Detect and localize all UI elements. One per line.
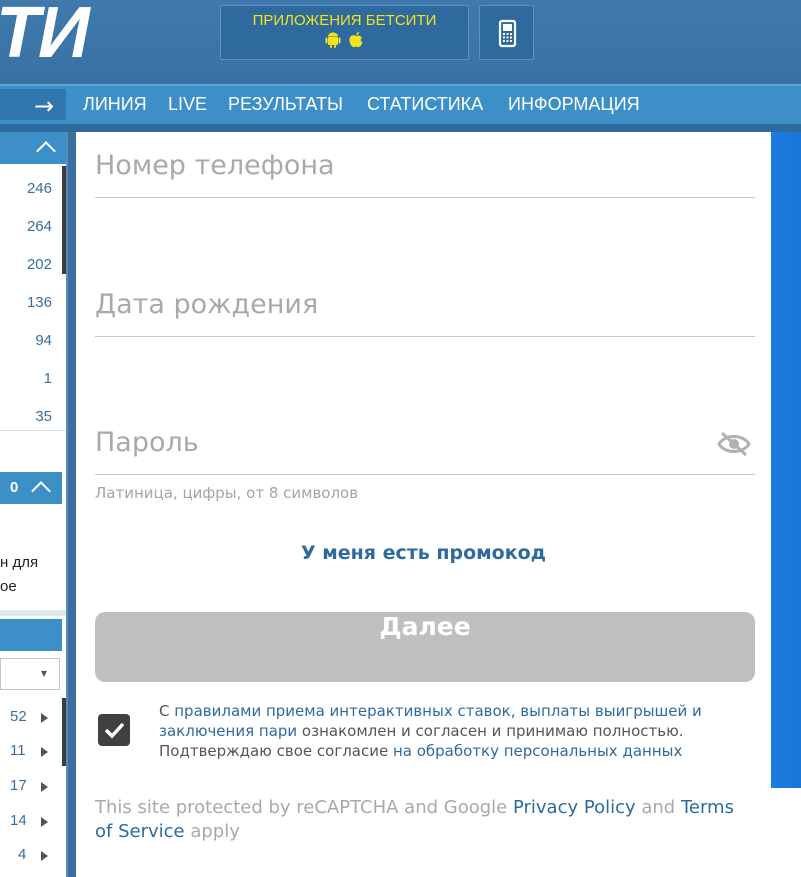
sidebar-divider (0, 610, 68, 616)
promo-code-link[interactable]: У меня есть промокод (76, 542, 771, 564)
site-header: ТИ ПРИЛОЖЕНИЯ БЕТСИТИ (0, 0, 801, 84)
consent-text: С правилами приема интерактивных ставок,… (159, 701, 759, 761)
sidebar-count[interactable]: 94 (35, 332, 52, 349)
sidebar-count[interactable]: 202 (27, 256, 52, 273)
captcha-and: and (635, 797, 681, 818)
search-submit[interactable]: → (0, 89, 66, 120)
privacy-policy-link[interactable]: Privacy Policy (513, 797, 636, 818)
nav-item-line[interactable]: ЛИНИЯ (83, 94, 147, 115)
captcha-prefix: This site protected by reCAPTCHA and Goo… (95, 797, 513, 818)
sidebar-section-header[interactable]: 0 (0, 472, 62, 504)
left-sidebar: 246 264 202 136 94 1 35 0 н для ое ▼ 52 … (0, 132, 68, 877)
sidebar-count[interactable]: 246 (27, 180, 52, 197)
triangle-right-icon[interactable] (41, 747, 48, 757)
dropdown-arrow-icon: ▼ (40, 669, 47, 678)
sidebar-text: ое (0, 578, 17, 595)
sidebar-divider (0, 430, 68, 431)
eye-slash-icon[interactable] (717, 431, 751, 461)
chevron-up-icon (36, 141, 56, 161)
captcha-suffix: apply (184, 821, 240, 842)
android-icon (325, 32, 341, 48)
sidebar-count[interactable]: 52 (10, 708, 27, 725)
consent-prefix: С (159, 702, 175, 720)
mobile-version-button[interactable] (479, 5, 534, 60)
sidebar-count[interactable]: 4 (18, 846, 26, 863)
sidebar-count[interactable]: 264 (27, 218, 52, 235)
triangle-right-icon[interactable] (41, 713, 48, 723)
sidebar-count[interactable]: 35 (35, 408, 52, 425)
arrow-right-icon: → (34, 92, 55, 120)
chevron-up-icon (31, 481, 51, 501)
password-hint: Латиница, цифры, от 8 символов (95, 484, 359, 502)
checkmark-icon (104, 722, 125, 739)
nav-item-statistics[interactable]: СТАТИСТИКА (367, 94, 483, 115)
background-banner (771, 132, 801, 788)
birthdate-placeholder: Дата рождения (95, 289, 319, 320)
sidebar-border (66, 132, 68, 877)
sidebar-section-header[interactable] (0, 132, 66, 164)
nav-item-information[interactable]: ИНФОРМАЦИЯ (508, 94, 640, 115)
sidebar-section-count: 0 (10, 479, 19, 496)
nav-item-results[interactable]: РЕЗУЛЬТАТЫ (228, 94, 343, 115)
personal-data-link[interactable]: на обработку персональных данных (393, 742, 682, 760)
birthdate-field[interactable]: Дата рождения (95, 287, 755, 337)
recaptcha-notice: This site protected by reCAPTCHA and Goo… (95, 796, 755, 844)
sidebar-select[interactable]: ▼ (0, 658, 60, 690)
sidebar-count[interactable]: 17 (10, 777, 27, 794)
password-field[interactable]: Пароль (95, 425, 755, 475)
nav-item-live[interactable]: LIVE (168, 94, 207, 115)
registration-form: Номер телефона Дата рождения Пароль Лати… (76, 132, 771, 877)
apps-button[interactable]: ПРИЛОЖЕНИЯ БЕТСИТИ (220, 5, 469, 60)
triangle-right-icon[interactable] (41, 817, 48, 827)
nav-divider (0, 124, 801, 132)
phone-placeholder: Номер телефона (95, 150, 335, 181)
password-placeholder: Пароль (95, 427, 199, 458)
site-logo[interactable]: ТИ (0, 0, 90, 74)
sidebar-count[interactable]: 14 (10, 812, 27, 829)
sidebar-text: н для (0, 554, 39, 571)
next-button[interactable]: Далее (95, 612, 755, 682)
sidebar-count[interactable]: 1 (44, 370, 52, 387)
sidebar-count[interactable]: 11 (10, 742, 26, 759)
consent-checkbox[interactable] (98, 714, 130, 746)
apple-icon (349, 32, 363, 48)
main-nav: → ЛИНИЯ LIVE РЕЗУЛЬТАТЫ СТАТИСТИКА ИНФОР… (0, 84, 801, 124)
background-area (771, 788, 801, 877)
triangle-right-icon[interactable] (41, 782, 48, 792)
phone-field[interactable]: Номер телефона (95, 148, 755, 198)
sidebar-count[interactable]: 136 (27, 294, 52, 311)
apps-button-label: ПРИЛОЖЕНИЯ БЕТСИТИ (252, 12, 437, 29)
apps-icons (221, 31, 468, 54)
mobile-phone-icon (498, 19, 517, 48)
triangle-right-icon[interactable] (41, 851, 48, 861)
sidebar-section-header[interactable] (0, 619, 62, 651)
